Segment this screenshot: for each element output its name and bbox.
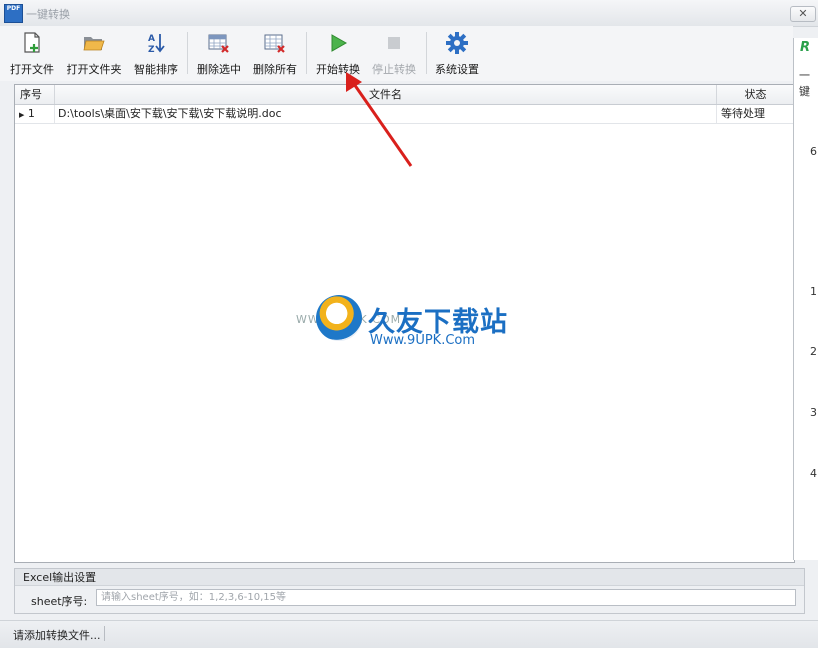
toolbar-separator — [426, 32, 427, 74]
close-button[interactable]: ✕ — [790, 6, 816, 22]
svg-text:Z: Z — [148, 45, 155, 55]
status-bar: 请添加转换文件... — [0, 620, 818, 648]
start-convert-button[interactable]: 开始转换 — [312, 26, 364, 80]
open-file-icon — [24, 32, 40, 53]
sheet-label: sheet序号: — [31, 595, 88, 608]
background-window-logo: R — [800, 40, 811, 55]
row-pointer-icon: ▶ — [19, 111, 25, 119]
row-filename: D:\tools\桌面\安下载\安下载\安下载说明.doc — [55, 105, 717, 123]
gear-icon — [446, 32, 468, 54]
delete-all-icon — [264, 34, 285, 53]
stop-icon — [388, 37, 400, 49]
delete-all-button[interactable]: 删除所有 — [249, 26, 301, 80]
background-window-number: 4 — [810, 467, 817, 480]
toolbar-separator — [187, 32, 188, 74]
background-window-number: 1 — [810, 285, 817, 298]
background-window-number: 2 — [810, 345, 817, 358]
background-window-number: 6 — [810, 145, 817, 158]
open-folder-button[interactable]: 打开文件夹 — [64, 26, 124, 80]
delete-selected-icon — [208, 34, 229, 53]
background-window[interactable]: R 一键 6 1 2 3 4 — [793, 38, 818, 560]
row-status: 等待处理 — [721, 107, 765, 120]
background-window-text: 一键 — [799, 69, 810, 98]
excel-settings-panel: Excel输出设置 sheet序号: — [14, 568, 805, 614]
smart-sort-button[interactable]: A Z 智能排序 — [130, 26, 182, 80]
grid-header: 序号 文件名 状态 — [15, 85, 794, 105]
window-title: 一键转换 — [26, 8, 70, 21]
table-row[interactable]: ▶ 1 D:\tools\桌面\安下载\安下载\安下载说明.doc 等待处理 — [15, 105, 794, 124]
app-window: PDF 一键转换 ✕ 打开文件 打开文件夹 A Z 智能排序 删除选中 删除所有… — [0, 0, 818, 648]
sort-az-icon: A Z — [148, 34, 165, 55]
background-window-number: 3 — [810, 406, 817, 419]
title-bar: PDF 一键转换 ✕ — [0, 0, 818, 27]
stop-convert-button[interactable]: 停止转换 — [368, 26, 420, 80]
watermark: WWW.9UPK.COM 久友下载站 Www.9UPK.Com — [296, 275, 522, 365]
row-index: ▶ 1 — [15, 105, 55, 123]
toolbar: 打开文件 打开文件夹 A Z 智能排序 删除选中 删除所有 开始转换 停止转换 … — [0, 26, 793, 81]
sheet-number-input[interactable] — [96, 589, 796, 606]
column-header-status[interactable]: 状态 — [717, 85, 794, 104]
svg-text:A: A — [148, 34, 155, 44]
watermark-url: Www.9UPK.Com — [370, 333, 476, 348]
delete-selected-button[interactable]: 删除选中 — [193, 26, 245, 80]
play-icon — [331, 34, 348, 52]
open-file-button[interactable]: 打开文件 — [6, 26, 58, 80]
status-text: 请添加转换文件... — [13, 629, 101, 642]
excel-settings-title: Excel输出设置 — [15, 569, 804, 586]
status-separator — [104, 626, 105, 641]
open-folder-icon — [83, 37, 105, 51]
column-header-filename[interactable]: 文件名 — [55, 85, 717, 104]
column-header-index[interactable]: 序号 — [15, 85, 55, 104]
app-icon: PDF — [4, 4, 23, 23]
watermark-logo-icon — [316, 295, 362, 341]
toolbar-separator — [306, 32, 307, 74]
system-settings-button[interactable]: 系统设置 — [431, 26, 483, 80]
